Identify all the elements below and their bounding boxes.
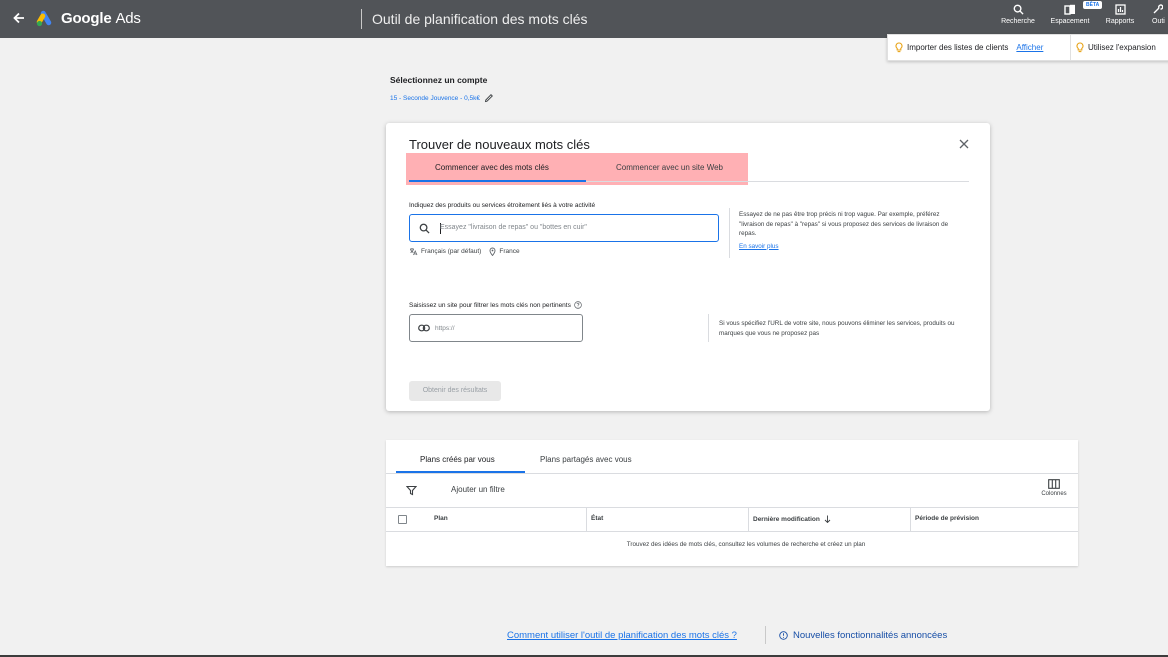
tab-plans-created[interactable]: Plans créés par vous	[420, 455, 495, 464]
reports-tool-button[interactable]: Rapports	[1095, 4, 1145, 25]
site-label-row: Saisissez un site pour filtrer les mots …	[409, 301, 582, 309]
new-features-link[interactable]: Nouvelles fonctionnalités annoncées	[779, 630, 947, 641]
active-tab-indicator	[396, 471, 525, 473]
row-divider	[386, 507, 1078, 508]
back-arrow-icon[interactable]	[10, 9, 28, 27]
language-value[interactable]: Français (par défaut)	[421, 248, 481, 255]
card-title: Trouver de nouveaux mots clés	[409, 137, 590, 152]
tools-button[interactable]: Outi	[1142, 4, 1168, 25]
sort-down-arrow-icon	[824, 515, 831, 523]
account-value: 15 - Seconde Jouvence - 0,5k€	[390, 94, 480, 102]
expansion-notification[interactable]: Utilisez l'expansion	[1076, 42, 1156, 53]
help-link[interactable]: Comment utiliser l'outil de planificatio…	[507, 630, 737, 641]
filter-icon[interactable]	[406, 485, 417, 496]
show-link[interactable]: Afficher	[1016, 43, 1043, 52]
page-title: Outil de planification des mots clés	[372, 11, 588, 27]
language-location-row: Français (par défaut) France	[409, 247, 520, 256]
get-results-button[interactable]: Obtenir des résultats	[409, 381, 501, 401]
divider	[729, 208, 730, 258]
divider	[708, 314, 709, 342]
keywords-placeholder: Essayez "livraison de repas" ou "bottes …	[440, 224, 587, 231]
tab-start-with-website[interactable]: Commencer avec un site Web	[616, 163, 723, 172]
search-tool-label: Recherche	[1001, 18, 1035, 25]
site-hint: Si vous spécifiez l'URL de votre site, n…	[719, 320, 955, 337]
tools-label: Outi	[1152, 18, 1165, 25]
lightbulb-icon	[895, 42, 903, 53]
row-divider	[386, 531, 1078, 532]
new-features-label: Nouvelles fonctionnalités annoncées	[793, 630, 948, 641]
divider	[765, 626, 766, 644]
brand-light: Ads	[115, 10, 141, 27]
search-icon	[1013, 4, 1024, 15]
columns-label: Colonnes	[1041, 491, 1067, 497]
last-modified-label: Dernière modification	[753, 515, 820, 523]
website-url-input[interactable]: https://	[409, 314, 583, 342]
select-all-checkbox[interactable]	[398, 515, 407, 524]
search-tool-button[interactable]: Recherche	[993, 4, 1043, 25]
reports-icon	[1114, 4, 1126, 15]
column-header-state[interactable]: État	[591, 515, 603, 522]
import-text: Importer des listes de clients	[907, 43, 1009, 52]
divider	[361, 9, 362, 29]
column-header-last-modified[interactable]: Dernière modification	[753, 515, 831, 523]
keywords-hint-text: Essayez de ne pas être trop précis ni tr…	[739, 211, 949, 237]
location-value[interactable]: France	[499, 248, 519, 255]
column-divider	[748, 507, 749, 531]
products-label: Indiquez des produits ou services étroit…	[409, 202, 596, 209]
plans-panel: Plans créés par vous Plans partagés avec…	[386, 440, 1078, 566]
column-divider	[586, 507, 587, 531]
add-filter-button[interactable]: Ajouter un filtre	[451, 485, 505, 494]
link-icon	[418, 324, 430, 332]
brand-bold: Google	[61, 10, 112, 27]
keyword-finder-card: Trouver de nouveaux mots clés Commencer …	[386, 123, 990, 411]
tools-icon	[1153, 4, 1163, 14]
tab-start-with-keywords[interactable]: Commencer avec des mots clés	[435, 163, 549, 172]
appearance-icon	[1064, 4, 1075, 15]
column-header-plan[interactable]: Plan	[434, 515, 448, 522]
account-label: Sélectionnez un compte	[390, 75, 488, 85]
column-header-forecast-period[interactable]: Période de prévision	[915, 515, 979, 522]
location-pin-icon	[489, 247, 496, 256]
active-tab-indicator	[409, 180, 586, 182]
edit-pencil-icon[interactable]	[484, 93, 494, 103]
site-label: Saisissez un site pour filtrer les mots …	[409, 301, 571, 309]
close-icon[interactable]	[958, 138, 970, 150]
keywords-hint: Essayez de ne pas être trop précis ni tr…	[739, 210, 954, 251]
expansion-text: Utilisez l'expansion	[1088, 43, 1156, 52]
tab-divider	[386, 473, 1078, 474]
columns-icon	[1048, 479, 1060, 489]
appearance-tool-label: Espacement	[1050, 18, 1090, 25]
column-divider	[910, 507, 911, 531]
divider	[1070, 35, 1071, 61]
google-ads-logo-icon[interactable]	[36, 10, 54, 27]
tab-plans-shared[interactable]: Plans partagés avec vous	[540, 455, 632, 464]
keywords-input[interactable]: Essayez "livraison de repas" ou "bottes …	[409, 214, 719, 242]
lightbulb-icon	[1076, 42, 1084, 53]
import-notification: Importer des listes de clients Afficher	[895, 42, 1043, 53]
account-selector[interactable]: 15 - Seconde Jouvence - 0,5k€	[390, 93, 494, 103]
learn-more-link[interactable]: En savoir plus	[739, 242, 779, 252]
columns-button[interactable]: Colonnes	[1032, 479, 1076, 497]
reports-tool-label: Rapports	[1105, 18, 1135, 25]
info-icon	[779, 631, 788, 640]
top-app-bar: Google Ads Outil de planification des mo…	[0, 0, 1168, 38]
notification-strip: Importer des listes de clients Afficher …	[887, 34, 1168, 61]
url-placeholder: https://	[435, 325, 455, 332]
empty-state-text: Trouvez des idées de mots clés, consulte…	[626, 541, 866, 548]
search-icon	[419, 223, 430, 234]
help-icon[interactable]	[574, 301, 582, 309]
product-name: Google Ads	[61, 10, 141, 27]
translate-icon	[410, 248, 418, 256]
